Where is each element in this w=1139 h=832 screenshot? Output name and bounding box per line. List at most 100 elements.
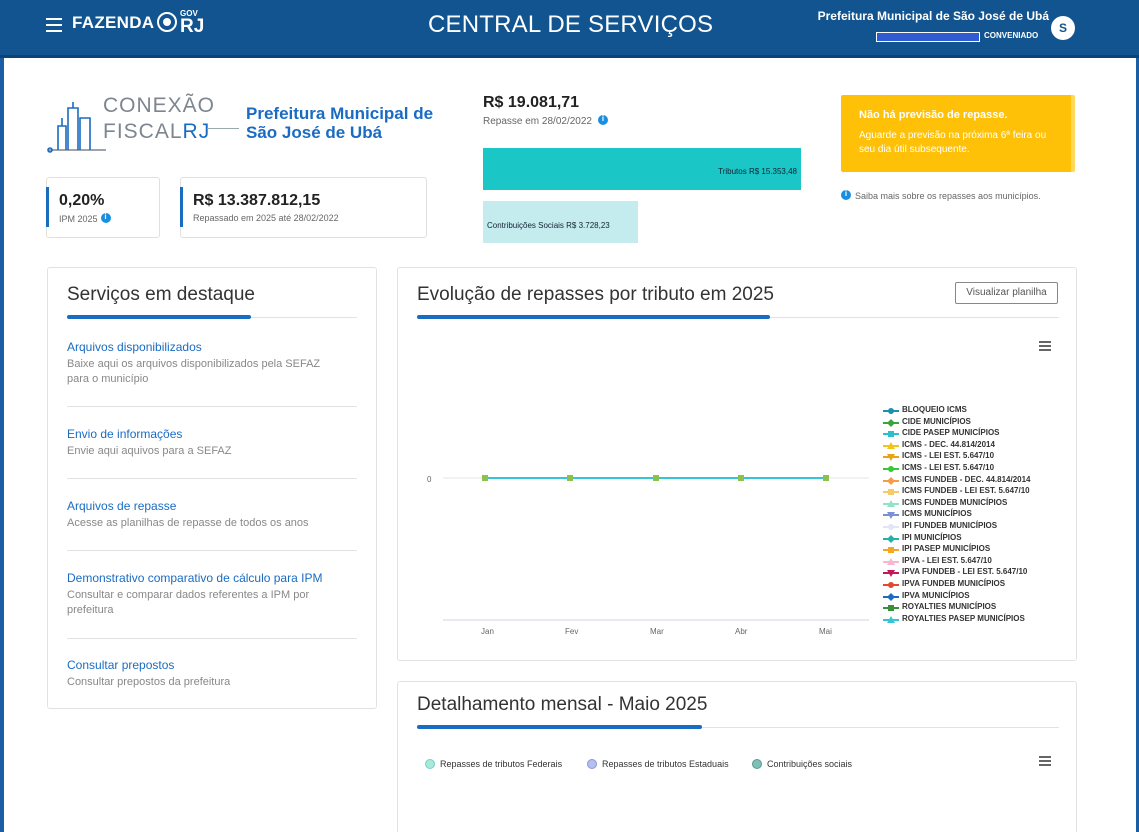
legend-marker-icon (883, 408, 899, 414)
seal-icon (157, 12, 177, 32)
hamburger-icon[interactable] (1039, 756, 1051, 766)
legend-label: IPI FUNDEB MUNICÍPIOS (902, 521, 998, 530)
menu-icon[interactable] (46, 18, 62, 32)
org-name: Prefeitura Municipal de São José de Ubá (817, 9, 1049, 23)
legend-marker (425, 759, 435, 769)
legend-label: ROYALTIES MUNICÍPIOS (902, 602, 997, 612)
legend-label: Repasses de tributos Estaduais (602, 759, 729, 769)
detalhamento-panel: Detalhamento mensal - Maio 2025 (397, 681, 1077, 832)
legend-label: ICMS - LEI EST. 5.647/10 (902, 451, 995, 461)
services-title: Serviços em destaque (67, 284, 255, 305)
tributos-label: Tributos R$ 15.353,48 (718, 167, 797, 176)
legend-marker-icon (883, 476, 899, 485)
y-tick: 0 (427, 475, 432, 484)
service-title[interactable]: Consultar prepostos (67, 658, 337, 672)
top-bar: FAZENDA GOV RJ CENTRAL DE SERVIÇOS Prefe… (0, 0, 1139, 58)
alert-box: Não há previsão de repasse. Aguarde a pr… (841, 95, 1075, 172)
legend-label: ICMS FUNDEB MUNICÍPIOS (902, 497, 1008, 507)
x-tick: Mai (819, 627, 832, 636)
legend-marker-icon (883, 512, 899, 520)
service-desc: Consultar prepostos da prefeitura (67, 676, 231, 688)
user-role: CONVENIADO (984, 31, 1039, 40)
legend-marker (752, 759, 762, 769)
card-accent (46, 187, 49, 227)
x-tick: Jan (481, 627, 494, 636)
legend-marker-icon (883, 431, 899, 438)
legend-marker-icon (883, 441, 899, 449)
legend-label: IPVA MUNICÍPIOS (902, 590, 970, 600)
title-underline (417, 315, 1059, 319)
info-icon[interactable] (100, 212, 111, 223)
legend-label: IPVA FUNDEB MUNICÍPIOS (902, 579, 1006, 588)
legend-marker-icon (883, 557, 899, 565)
legend-label: ICMS FUNDEB - DEC. 44.814/2014 (902, 474, 1031, 484)
legend-marker-icon (883, 592, 899, 601)
legend-label: CIDE MUNICÍPIOS (902, 416, 971, 426)
repassado-label: Repassado em 2025 até 28/02/2022 (193, 213, 339, 223)
service-item[interactable]: Envio de informações Envie aqui aquivos … (67, 427, 337, 459)
service-item[interactable]: Arquivos disponibilizados Baixe aqui os … (67, 340, 337, 387)
legend-estaduais[interactable]: Repasses de tributos Estaduais (587, 759, 729, 769)
data-point[interactable] (482, 475, 488, 481)
divider (67, 550, 357, 551)
x-tick: Abr (735, 627, 748, 636)
legend-marker-icon (883, 570, 899, 578)
brand-rj: RJ (180, 16, 205, 37)
service-item[interactable]: Consultar prepostos Consultar prepostos … (67, 658, 337, 690)
municipio-name: Prefeitura Municipal de São José de Ubá (246, 104, 434, 142)
legend-label: IPVA - LEI EST. 5.647/10 (902, 555, 992, 565)
title-underline (417, 725, 1059, 729)
legend-label: Contribuições sociais (767, 759, 853, 769)
data-point[interactable] (738, 475, 744, 481)
detalhamento-title: Detalhamento mensal - Maio 2025 (417, 694, 708, 715)
alert-title: Não há previsão de repasse. (859, 109, 1008, 121)
x-tick: Fev (565, 627, 579, 636)
underline-accent (417, 725, 702, 729)
legend-label: IPVA FUNDEB - LEI EST. 5.647/10 (902, 567, 1028, 577)
contribuicoes-bar: Contribuições Sociais R$ 3.728,23 (483, 201, 638, 243)
service-title[interactable]: Envio de informações (67, 427, 337, 441)
title-underline (67, 315, 357, 319)
service-title[interactable]: Demonstrativo comparativo de cálculo par… (67, 571, 337, 585)
legend-label: ICMS - DEC. 44.814/2014 (902, 439, 995, 449)
repassado-card: R$ 13.387.812,15 Repassado em 2025 até 2… (180, 177, 427, 238)
legend-marker-icon (883, 489, 899, 496)
divider (67, 406, 357, 407)
tributos-bar: Tributos R$ 15.353,48 (483, 148, 801, 190)
legend-marker-icon (883, 534, 899, 543)
ipm-value: 0,20% (59, 192, 105, 209)
legend-marker-icon (883, 524, 899, 530)
legend-label: IPI MUNICÍPIOS (902, 532, 962, 542)
service-title[interactable]: Arquivos disponibilizados (67, 340, 337, 354)
brand-name[interactable]: FAZENDA (72, 13, 154, 33)
legend-label: BLOQUEIO ICMS (902, 405, 967, 414)
legend-marker (587, 759, 597, 769)
logo-line1: CONEXÃO (103, 94, 216, 117)
info-icon[interactable] (597, 114, 608, 125)
page-title: CENTRAL DE SERVIÇOS (428, 11, 714, 38)
avatar[interactable]: S (1051, 16, 1075, 40)
visualizar-planilha-button[interactable]: Visualizar planilha (955, 282, 1058, 304)
x-tick: Mar (650, 627, 664, 636)
divider (67, 478, 357, 479)
repasse-value: R$ 19.081,71 (483, 94, 580, 111)
data-point[interactable] (653, 475, 659, 481)
repasse-date: Repasse em 28/02/2022 (483, 114, 608, 127)
service-item[interactable]: Demonstrativo comparativo de cálculo par… (67, 571, 337, 618)
saiba-mais-link[interactable]: Saiba mais sobre os repasses aos municíp… (841, 189, 1041, 201)
service-desc: Envie aqui aquivos para a SEFAZ (67, 445, 232, 457)
evolucao-title: Evolução de repasses por tributo em 2025 (417, 284, 774, 305)
legend-federais[interactable]: Repasses de tributos Federais (425, 759, 562, 769)
buildings-logo-icon (47, 102, 106, 153)
info-icon (841, 189, 851, 200)
legend-marker-icon (883, 499, 899, 507)
data-point[interactable] (567, 475, 573, 481)
legend-label: IPI PASEP MUNICÍPIOS (902, 544, 991, 554)
service-title[interactable]: Arquivos de repasse (67, 499, 337, 513)
card-accent (180, 187, 183, 227)
legend-contribuicoes[interactable]: Contribuições sociais (752, 759, 852, 769)
service-item[interactable]: Arquivos de repasse Acesse as planilhas … (67, 499, 337, 531)
legend-marker-icon (883, 547, 899, 554)
ipm-card: 0,20% IPM 2025 (46, 177, 160, 238)
data-point[interactable] (823, 475, 829, 481)
